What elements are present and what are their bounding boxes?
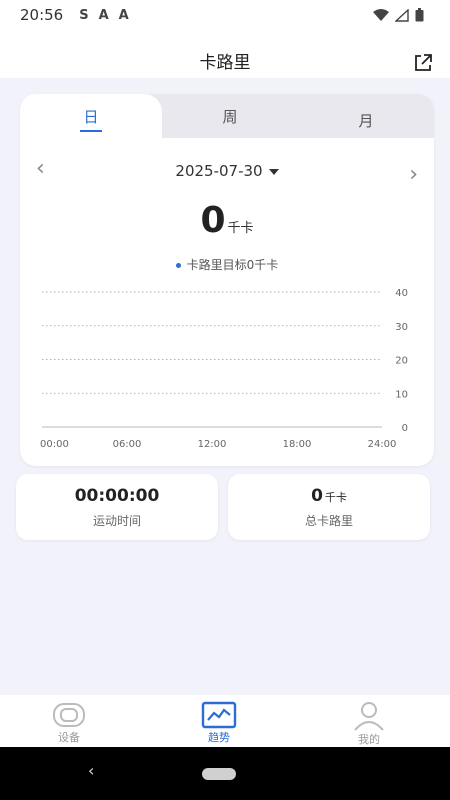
wifi-icon (373, 8, 389, 21)
chart-y-tick: 20 (395, 356, 408, 367)
tab-week-label: 周 (222, 108, 238, 126)
app-header: 卡路里 (0, 30, 450, 78)
status-time: 20:56 (20, 6, 64, 24)
notification-icon-a: A (98, 7, 109, 23)
chart-y-tick: 40 (395, 288, 408, 299)
chart-x-tick: 00:00 (40, 439, 69, 450)
chart-x-tick: 12:00 (198, 439, 227, 450)
tab-day-label: 日 (83, 108, 99, 126)
bottom-nav: 设备 趋势 我的 (0, 695, 450, 747)
system-nav-bar: ‹ (0, 747, 450, 800)
share-icon[interactable] (412, 52, 434, 74)
total-calories-label: 总卡路里 (304, 514, 353, 528)
tab-month[interactable]: 月 (298, 94, 434, 138)
goal-dot-icon (175, 263, 181, 268)
trend-chart-icon (201, 701, 237, 729)
calorie-value: 0 (200, 200, 226, 241)
tab-month-label: 月 (358, 112, 374, 130)
nav-trend[interactable]: 趋势 (174, 701, 264, 745)
calorie-unit: 千卡 (227, 221, 254, 236)
calorie-summary: 0 千卡 (20, 200, 434, 241)
chart-y-tick: 0 (402, 423, 408, 434)
chart-y-tick: 30 (395, 322, 408, 333)
nav-mine[interactable]: 我的 (324, 701, 414, 747)
total-calories-unit: 千卡 (324, 491, 347, 504)
tab-day-underline (80, 130, 102, 132)
device-icon (53, 703, 85, 727)
date-picker[interactable]: 2025-07-30 (20, 162, 434, 180)
calorie-goal: 卡路里目标0千卡 (20, 256, 434, 273)
signal-icon (395, 8, 409, 22)
date-selector: ‹ 2025-07-30 › (20, 154, 434, 187)
back-icon[interactable]: ‹ (88, 761, 94, 780)
chevron-right-icon[interactable]: › (409, 162, 418, 187)
tab-day[interactable]: 日 (20, 94, 162, 138)
status-bar: 20:56 S A A (0, 0, 450, 30)
total-calories-value: 0 (311, 486, 323, 506)
exercise-time-label: 运动时间 (92, 514, 141, 528)
total-calories-card: 0 千卡 总卡路里 (228, 474, 430, 540)
nav-device-label: 设备 (58, 731, 80, 744)
exercise-time-card: 00:00:00 运动时间 (16, 474, 218, 540)
calorie-card: 日 周 月 ‹ 2025-07-30 › 0 千卡 卡路里目标0千卡 40 30 20… (20, 94, 434, 466)
battery-icon (415, 8, 424, 22)
home-pill[interactable] (202, 768, 236, 780)
chart-x-tick: 24:00 (368, 439, 397, 450)
goal-text: 卡路里目标0千卡 (186, 258, 279, 272)
date-value: 2025-07-30 (175, 162, 263, 180)
chart-x-tick: 06:00 (113, 439, 142, 450)
caret-down-icon (268, 168, 279, 175)
chart-y-tick: 10 (395, 389, 408, 400)
notification-icon-s: S (79, 7, 89, 23)
nav-device[interactable]: 设备 (24, 701, 114, 745)
system-indicators (373, 8, 424, 22)
period-tabs: 日 周 月 (20, 94, 434, 138)
nav-trend-label: 趋势 (208, 731, 230, 744)
exercise-time-value: 00:00:00 (74, 486, 160, 506)
page-title: 卡路里 (199, 53, 251, 73)
calorie-chart: 40 30 20 10 0 00:00 06:00 12:00 18:00 24:00 (40, 288, 408, 450)
user-icon (354, 702, 384, 731)
tab-week[interactable]: 周 (162, 94, 298, 138)
notification-icon-a: A (118, 7, 129, 23)
nav-mine-label: 我的 (358, 733, 380, 746)
chart-x-tick: 18:00 (283, 439, 312, 450)
notification-icons: S A A (79, 8, 129, 23)
